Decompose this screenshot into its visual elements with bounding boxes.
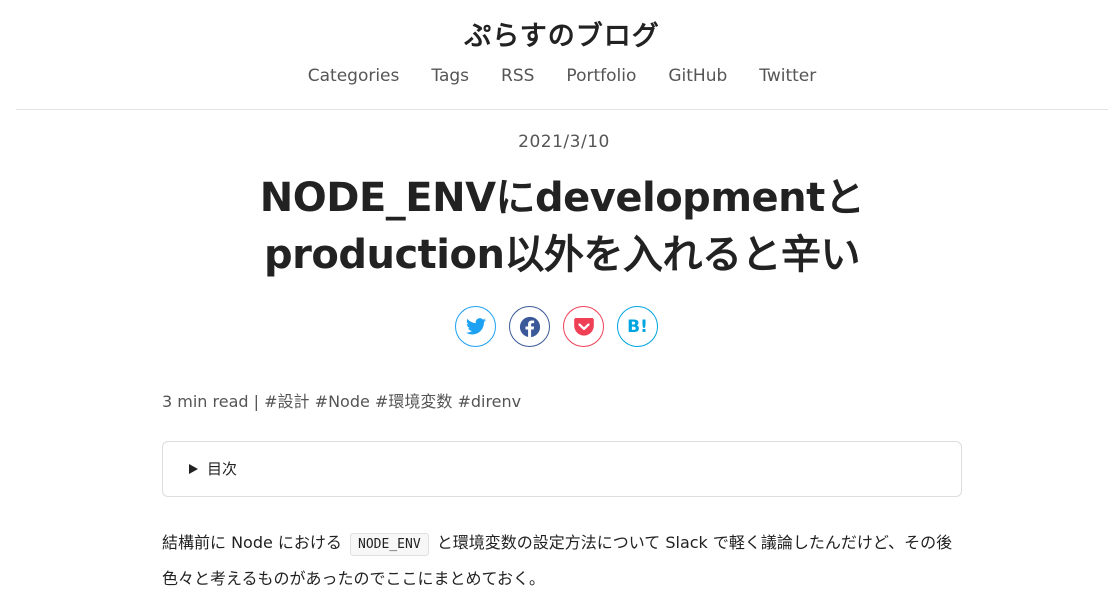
body-text-before-code: 結構前に Node における [162,533,348,552]
share-facebook-button[interactable] [509,306,550,347]
nav-portfolio[interactable]: Portfolio [566,66,636,86]
post-title-line-1: NODE_ENVにdevelopmentと [259,175,865,221]
post-title: NODE_ENVにdevelopmentと production以外を入れると辛… [0,170,1109,284]
nav-tags[interactable]: Tags [431,66,469,86]
post-body-paragraph: 結構前に Node における NODE_ENV と環境変数の設定方法について S… [162,526,962,596]
share-twitter-button[interactable] [455,306,496,347]
tag-link[interactable]: #Node [315,392,370,411]
tag-link[interactable]: #direnv [457,392,521,411]
share-buttons: B! [455,306,658,347]
hatena-bookmark-icon: B! [627,316,648,337]
tag-link[interactable]: #環境変数 [375,392,452,411]
nav-categories[interactable]: Categories [308,66,400,86]
pocket-icon [573,317,594,336]
triangle-right-icon [189,463,198,474]
read-time: 3 min read [162,392,249,411]
site-title[interactable]: ぷらすのブログ [16,14,1108,53]
nav-github[interactable]: GitHub [668,66,727,86]
site-header: ぷらすのブログ Categories Tags RSS Portfolio Gi… [16,0,1108,110]
post-title-line-2: production以外を入れると辛い [264,232,860,278]
share-hatena-button[interactable]: B! [617,306,658,347]
inline-code: NODE_ENV [350,533,429,556]
post-date: 2021/3/10 [518,132,610,152]
facebook-icon [519,316,541,338]
nav-rss[interactable]: RSS [501,66,534,86]
nav-twitter[interactable]: Twitter [759,66,816,86]
meta-separator: | [253,392,260,411]
tag-link[interactable]: #設計 [264,392,309,411]
toc-toggle[interactable]: 目次 [189,458,237,479]
toc-label: 目次 [207,460,238,478]
twitter-icon [465,318,486,335]
share-pocket-button[interactable] [563,306,604,347]
post-meta: 3 min read | #設計 #Node #環境変数 #direnv [162,388,521,412]
main-nav: Categories Tags RSS Portfolio GitHub Twi… [16,66,1108,86]
table-of-contents: 目次 [162,441,962,497]
